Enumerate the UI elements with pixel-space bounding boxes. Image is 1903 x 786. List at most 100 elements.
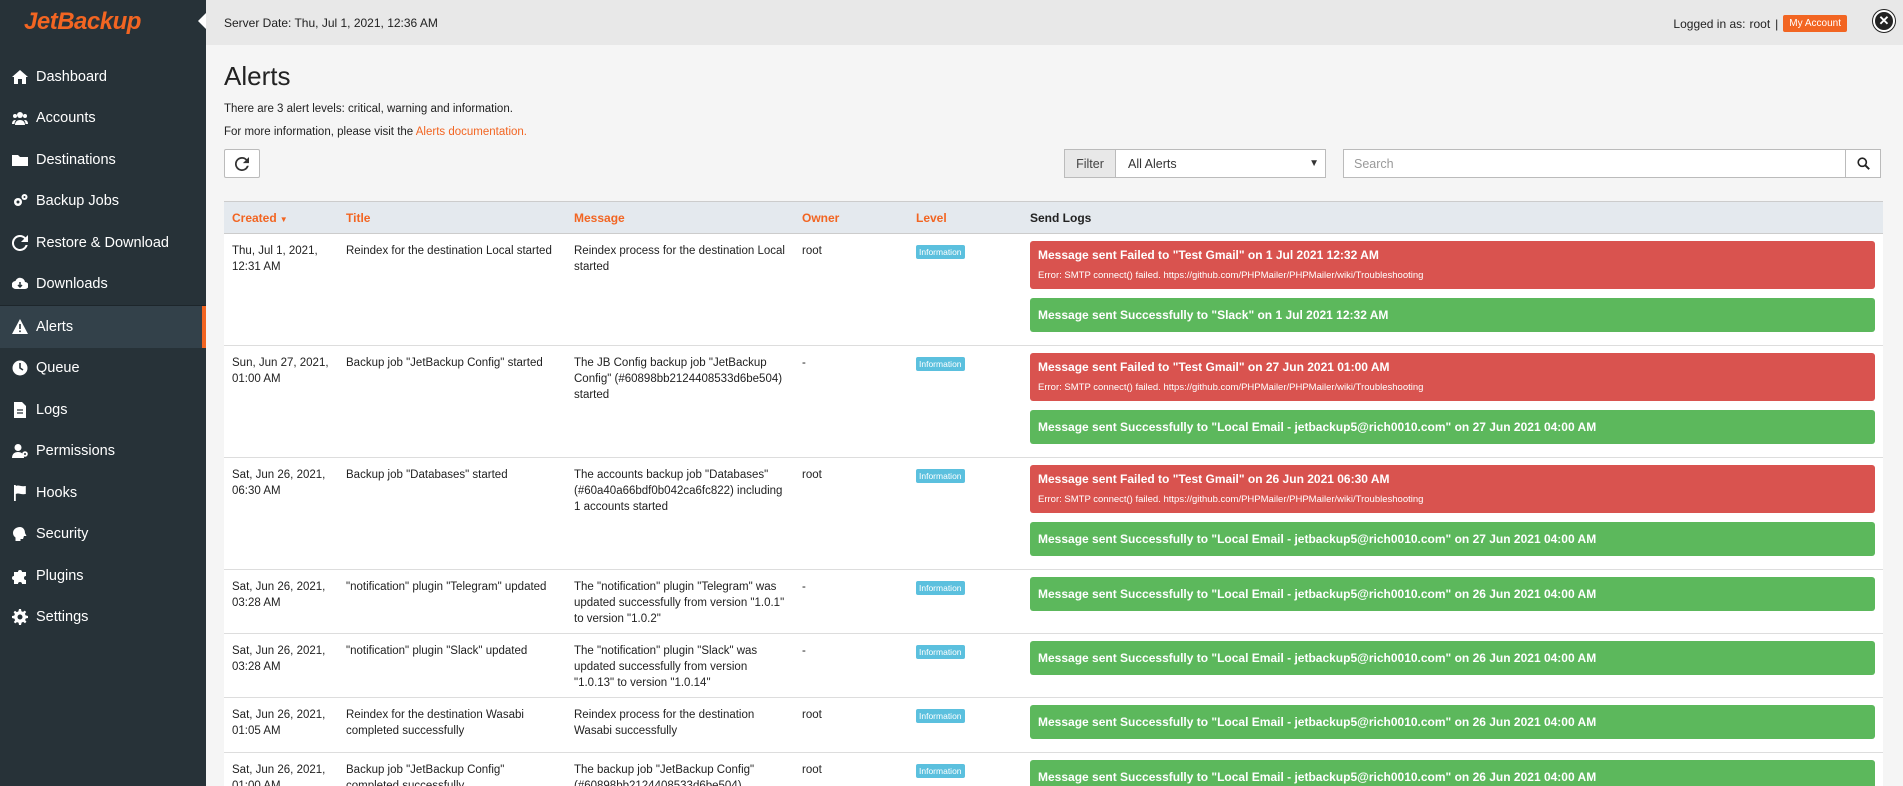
sidebar-item-alerts[interactable]: Alerts bbox=[0, 306, 206, 348]
cell-send-logs: Message sent Successfully to "Local Emai… bbox=[1022, 569, 1883, 634]
search-button[interactable] bbox=[1846, 149, 1881, 178]
main-content: Alerts There are 3 alert levels: critica… bbox=[224, 45, 1886, 786]
close-icon[interactable]: ✕ bbox=[1873, 10, 1895, 32]
file-icon bbox=[12, 401, 28, 418]
col-created[interactable]: Created ▼ bbox=[224, 202, 338, 234]
cell-owner: root bbox=[794, 457, 908, 570]
cell-title: "notification" plugin "Slack" updated bbox=[338, 633, 566, 698]
login-info: Logged in as: root | My Account bbox=[1673, 15, 1847, 32]
cell-created: Thu, Jul 1, 2021, 12:31 AM bbox=[224, 233, 338, 346]
col-created-label: Created bbox=[232, 210, 277, 225]
sidebar-item-label: Restore & Download bbox=[36, 234, 169, 251]
log-text: Message sent Failed to "Test Gmail" on 1… bbox=[1038, 248, 1379, 262]
log-text: Message sent Successfully to "Local Emai… bbox=[1038, 420, 1597, 434]
sidebar-item-label: Hooks bbox=[36, 484, 78, 501]
more-info: For more information, please visit the A… bbox=[224, 126, 1886, 138]
cell-level: Information bbox=[908, 457, 1022, 570]
sidebar-item-label: Security bbox=[36, 526, 89, 543]
log-error: Error: SMTP connect() failed. https://gi… bbox=[1038, 382, 1424, 393]
log-text: Message sent Failed to "Test Gmail" on 2… bbox=[1038, 472, 1390, 486]
cell-owner: - bbox=[794, 345, 908, 458]
cell-created: Sat, Jun 26, 2021, 03:28 AM bbox=[224, 569, 338, 634]
search-input[interactable]: Search bbox=[1343, 149, 1846, 178]
cloud-download-icon bbox=[12, 276, 28, 292]
table-row: Sat, Jun 26, 2021, 01:00 AM Backup job "J… bbox=[224, 752, 1883, 786]
sidebar-item-security[interactable]: Security bbox=[0, 514, 206, 556]
col-level[interactable]: Level bbox=[908, 202, 1022, 234]
log-failed: Message sent Failed to "Test Gmail" on 1… bbox=[1030, 241, 1875, 289]
level-badge: Information bbox=[916, 469, 965, 483]
log-success: Message sent Successfully to "Local Emai… bbox=[1030, 577, 1875, 611]
chevron-down-icon: ▼ bbox=[1309, 158, 1319, 169]
col-title[interactable]: Title bbox=[338, 202, 566, 234]
log-success: Message sent Successfully to "Local Emai… bbox=[1030, 760, 1875, 786]
col-send-logs: Send Logs bbox=[1030, 210, 1092, 225]
alerts-documentation-link[interactable]: Alerts documentation. bbox=[416, 126, 527, 138]
table-row: Sat, Jun 26, 2021, 03:28 AM "notification… bbox=[224, 569, 1883, 634]
cog-icon bbox=[12, 609, 28, 626]
log-text: Message sent Successfully to "Local Emai… bbox=[1038, 770, 1597, 784]
cell-level: Information bbox=[908, 633, 1022, 698]
sidebar-item-label: Queue bbox=[36, 360, 80, 377]
cell-owner: root bbox=[794, 697, 908, 753]
brand-logo: JetBackup bbox=[24, 8, 141, 35]
sidebar-item-label: Downloads bbox=[36, 276, 108, 293]
level-badge: Information bbox=[916, 357, 965, 371]
log-text: Message sent Successfully to "Slack" on … bbox=[1038, 308, 1389, 322]
cell-title: "notification" plugin "Telegram" updated bbox=[338, 569, 566, 634]
cell-title: Backup job "JetBackup Config" started bbox=[338, 345, 566, 458]
table-row: Thu, Jul 1, 2021, 12:31 AM Reindex for th… bbox=[224, 233, 1883, 346]
alerts-table: Created ▼ Title Message Owner Level Send … bbox=[224, 201, 1883, 786]
table-row: Sun, Jun 27, 2021, 01:00 AM Backup job "J… bbox=[224, 345, 1883, 458]
filter-select[interactable]: All Alerts ▼ bbox=[1116, 149, 1326, 178]
cell-send-logs: Message sent Failed to "Test Gmail" on 2… bbox=[1022, 457, 1883, 570]
log-text: Message sent Successfully to "Local Emai… bbox=[1038, 532, 1597, 546]
table-header-row: Created ▼ Title Message Owner Level Send … bbox=[224, 201, 1883, 234]
sidebar: JetBackup Dashboard Accounts Destinations B… bbox=[0, 0, 206, 786]
cell-owner: root bbox=[794, 752, 908, 786]
col-owner[interactable]: Owner bbox=[794, 202, 908, 234]
cell-created: Sat, Jun 26, 2021, 01:00 AM bbox=[224, 752, 338, 786]
cell-created: Sun, Jun 27, 2021, 01:00 AM bbox=[224, 345, 338, 458]
logo[interactable]: JetBackup bbox=[0, 0, 206, 44]
sidebar-item-logs[interactable]: Logs bbox=[0, 389, 206, 431]
cell-level: Information bbox=[908, 233, 1022, 346]
page-title: Alerts bbox=[224, 61, 291, 91]
sidebar-item-downloads[interactable]: Downloads bbox=[0, 264, 206, 306]
my-account-button[interactable]: My Account bbox=[1783, 15, 1847, 32]
cell-title: Backup job "Databases" started bbox=[338, 457, 566, 570]
cell-message: Reindex process for the destination Wasa… bbox=[566, 697, 794, 753]
sidebar-item-hooks[interactable]: Hooks bbox=[0, 472, 206, 514]
sidebar-item-destinations[interactable]: Destinations bbox=[0, 139, 206, 181]
log-failed: Message sent Failed to "Test Gmail" on 2… bbox=[1030, 465, 1875, 513]
col-message[interactable]: Message bbox=[566, 202, 794, 234]
users-icon bbox=[12, 110, 28, 126]
collapse-sidebar-icon[interactable] bbox=[198, 13, 206, 29]
sidebar-item-accounts[interactable]: Accounts bbox=[0, 98, 206, 140]
cell-title: Backup job "JetBackup Config" completed … bbox=[338, 752, 566, 786]
cell-created: Sat, Jun 26, 2021, 03:28 AM bbox=[224, 633, 338, 698]
sidebar-item-backup-jobs[interactable]: Backup Jobs bbox=[0, 181, 206, 223]
refresh-button[interactable] bbox=[224, 149, 260, 178]
sidebar-item-dashboard[interactable]: Dashboard bbox=[0, 56, 206, 98]
page-description: There are 3 alert levels: critical, warn… bbox=[224, 103, 513, 115]
sync-icon bbox=[12, 234, 28, 251]
level-badge: Information bbox=[916, 645, 965, 659]
filter-select-value: All Alerts bbox=[1128, 156, 1177, 171]
log-failed: Message sent Failed to "Test Gmail" on 2… bbox=[1030, 353, 1875, 401]
cell-send-logs: Message sent Successfully to "Local Emai… bbox=[1022, 633, 1883, 698]
sidebar-item-label: Logs bbox=[36, 401, 68, 418]
sidebar-item-label: Accounts bbox=[36, 110, 96, 127]
cell-created: Sat, Jun 26, 2021, 01:05 AM bbox=[224, 697, 338, 753]
sidebar-item-plugins[interactable]: Plugins bbox=[0, 555, 206, 597]
sidebar-item-queue[interactable]: Queue bbox=[0, 348, 206, 390]
sidebar-item-permissions[interactable]: Permissions bbox=[0, 431, 206, 473]
sidebar-item-settings[interactable]: Settings bbox=[0, 597, 206, 639]
cell-message: Reindex process for the destination Loca… bbox=[566, 233, 794, 346]
log-success: Message sent Successfully to "Local Emai… bbox=[1030, 522, 1875, 556]
user-cog-icon bbox=[12, 443, 28, 459]
sidebar-nav: Dashboard Accounts Destinations Backup Jobs… bbox=[0, 56, 206, 638]
sidebar-item-restore-download[interactable]: Restore & Download bbox=[0, 222, 206, 264]
folder-icon bbox=[12, 152, 28, 168]
filter-group: Filter All Alerts ▼ bbox=[1064, 149, 1326, 178]
